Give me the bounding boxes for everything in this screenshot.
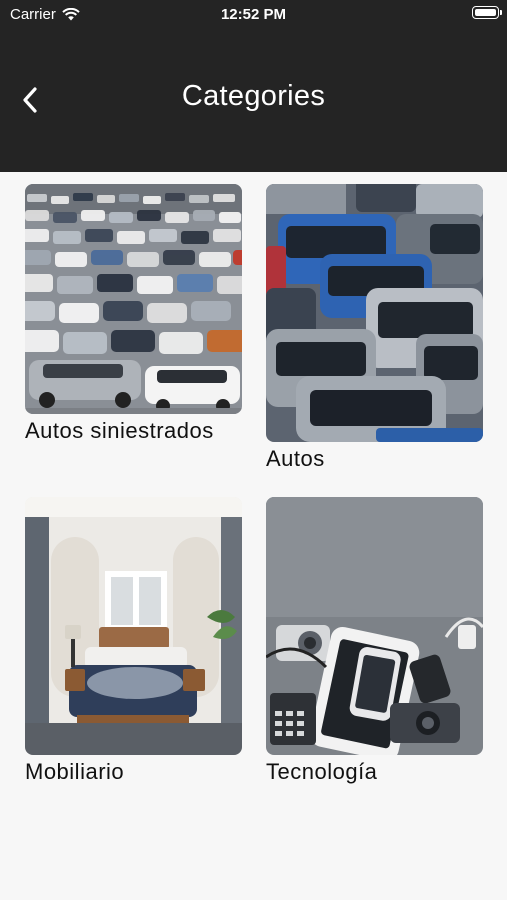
category-label: Autos siniestrados	[25, 418, 214, 443]
category-card-autos-siniestrados[interactable]: Autos siniestrados	[25, 184, 242, 445]
status-bar: Carrier 12:52 PM	[0, 0, 507, 30]
bedroom-photo	[25, 497, 242, 755]
category-label: Mobiliario	[25, 759, 125, 784]
category-card-mobiliario[interactable]: Mobiliario	[25, 497, 242, 786]
category-label: Tecnología	[266, 759, 378, 784]
nav-header: Carrier 12:52 PM Categories	[0, 0, 507, 172]
page-title: Categories	[181, 80, 326, 112]
parking-lot-photo	[25, 184, 242, 414]
status-time: 12:52 PM	[220, 6, 287, 23]
category-card-tecnologia[interactable]: Tecnología	[266, 497, 483, 786]
category-card-autos[interactable]: Autos	[266, 184, 483, 473]
category-grid: Autos siniestrados Autos Mobiliario Tecn…	[0, 172, 507, 900]
electronics-photo	[266, 497, 483, 755]
parked-cars-photo	[266, 184, 483, 442]
category-label: Autos	[266, 446, 325, 471]
battery-icon	[472, 6, 502, 19]
